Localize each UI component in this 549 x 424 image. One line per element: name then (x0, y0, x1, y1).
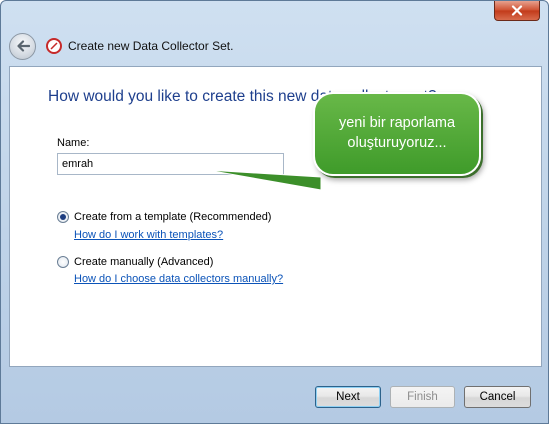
cancel-button[interactable]: Cancel (464, 386, 531, 408)
callout-pointer (206, 169, 322, 191)
next-button[interactable]: Next (315, 386, 381, 408)
annotation-line-2: oluşturuyoruz... (347, 135, 447, 151)
finish-button[interactable]: Finish (390, 386, 455, 408)
annotation-callout: yeni bir raporlama oluşturuyoruz... (313, 92, 481, 176)
dialog-window: Create new Data Collector Set. How would… (0, 0, 549, 424)
annotation-line-1: yeni bir raporlama (338, 115, 456, 132)
